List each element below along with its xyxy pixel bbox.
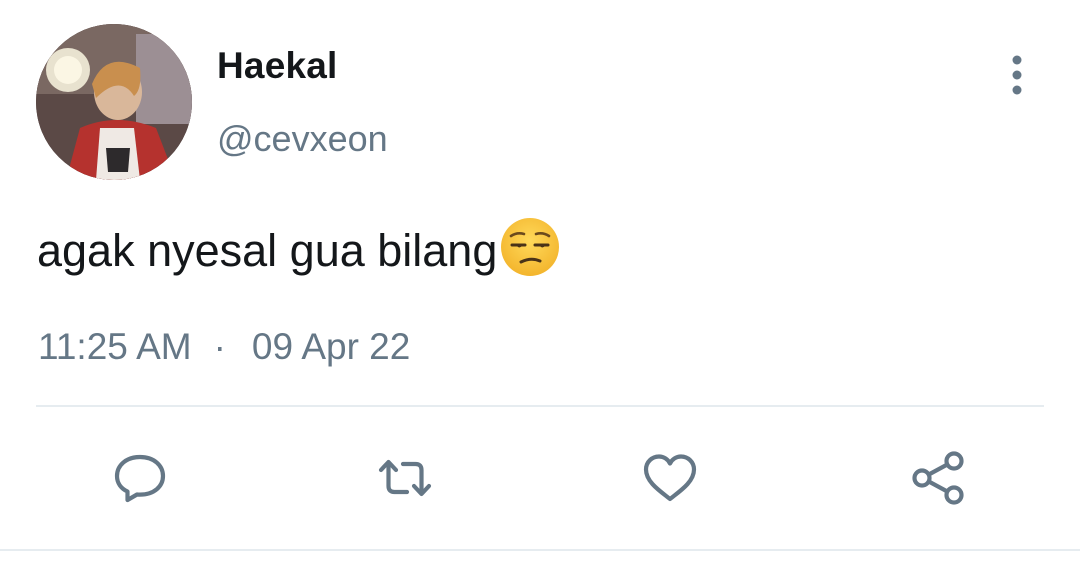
share-nodes-icon bbox=[912, 451, 964, 505]
author-handle[interactable]: @cevxeon bbox=[217, 118, 388, 160]
tweet-timestamp[interactable]: 11:25 AM · 09 Apr 22 bbox=[38, 324, 410, 370]
tweet-text-body: agak nyesal gua bilang bbox=[37, 225, 498, 276]
author-display-name[interactable]: Haekal bbox=[217, 44, 338, 88]
share-button[interactable] bbox=[909, 448, 969, 508]
reply-button[interactable] bbox=[110, 448, 170, 508]
more-options-button[interactable] bbox=[1000, 52, 1034, 98]
vertical-ellipsis-icon bbox=[1012, 55, 1022, 95]
avatar-photo bbox=[36, 24, 192, 180]
retweet-button[interactable] bbox=[375, 448, 435, 508]
speech-bubble-icon bbox=[114, 454, 166, 503]
bottom-divider bbox=[0, 549, 1080, 551]
heart-icon bbox=[643, 454, 697, 502]
avatar[interactable] bbox=[36, 24, 192, 180]
like-button[interactable] bbox=[640, 448, 700, 508]
meta-separator: · bbox=[213, 326, 226, 367]
retweet-arrows-icon bbox=[378, 459, 432, 497]
tweet-date: 09 Apr 22 bbox=[251, 326, 411, 367]
actions-divider bbox=[36, 405, 1044, 407]
tweet-time: 11:25 AM bbox=[38, 326, 192, 367]
unamused-face-emoji bbox=[499, 216, 561, 278]
tweet-text: agak nyesal gua bilang bbox=[37, 216, 561, 279]
